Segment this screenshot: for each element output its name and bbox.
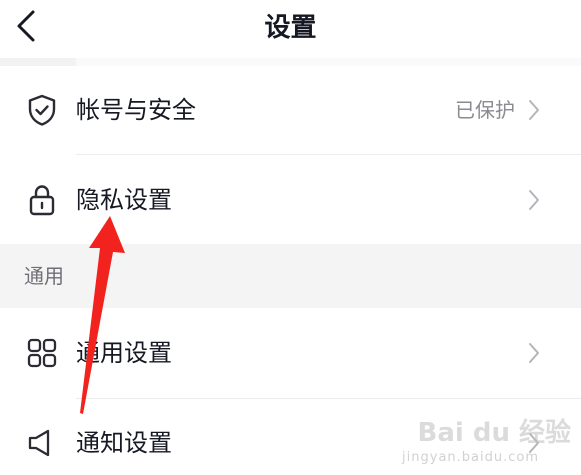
grid-icon [24, 335, 60, 371]
settings-screen: 设置 帐号与安全 已保护 隐私设置 通用 通用设置 通知设置 Bai du 经验… [0, 0, 581, 475]
chevron-right-icon [525, 187, 543, 213]
page-title: 设置 [264, 13, 317, 43]
watermark-url: jingyan.baidu.com [402, 450, 539, 465]
chevron-right-icon [525, 97, 543, 123]
account-security-status: 已保护 [455, 98, 515, 122]
section-label: 通用 [24, 264, 64, 288]
notification-settings-label: 通知设置 [76, 429, 172, 457]
nav-bar: 设置 [0, 0, 581, 58]
account-security-label: 帐号与安全 [76, 96, 196, 124]
chevron-right-icon [525, 340, 543, 366]
account-security-row[interactable]: 帐号与安全 已保护 [0, 66, 581, 154]
shield-check-icon [24, 92, 60, 128]
top-separator [0, 58, 581, 66]
privacy-settings-row[interactable]: 隐私设置 [0, 155, 581, 244]
privacy-settings-label: 隐私设置 [76, 186, 172, 214]
general-settings-label: 通用设置 [76, 339, 172, 367]
general-settings-row[interactable]: 通用设置 [0, 308, 581, 398]
lock-icon [24, 182, 60, 218]
section-header-general: 通用 [0, 244, 581, 308]
speaker-icon [24, 425, 60, 461]
watermark: Bai du 经验 [417, 418, 572, 448]
